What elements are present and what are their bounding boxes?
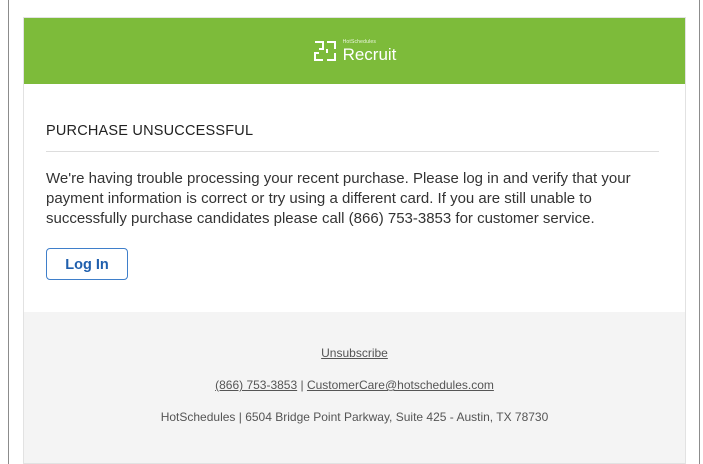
email-frame: HotSchedules Recruit PURCHASE UNSUCCESSF… — [8, 0, 700, 464]
contact-row: (866) 753-3853 | CustomerCare@hotschedul… — [24, 378, 685, 392]
company-address: HotSchedules | 6504 Bridge Point Parkway… — [160, 410, 549, 424]
email-link[interactable]: CustomerCare@hotschedules.com — [307, 378, 494, 392]
logo-wordmark: HotSchedules Recruit — [342, 38, 397, 64]
unsubscribe-row: Unsubscribe — [24, 346, 685, 360]
brand-logo: HotSchedules Recruit — [313, 38, 397, 64]
hotschedules-logo-icon — [313, 40, 337, 62]
email-body: PURCHASE UNSUCCESSFUL We're having troub… — [24, 84, 685, 280]
logo-brand-small: HotSchedules — [342, 38, 377, 45]
login-button[interactable]: Log In — [46, 248, 128, 280]
message-text: We're having trouble processing your rec… — [46, 170, 631, 227]
email-card: HotSchedules Recruit PURCHASE UNSUCCESSF… — [23, 17, 686, 464]
email-header: HotSchedules Recruit — [24, 18, 685, 84]
page-title: PURCHASE UNSUCCESSFUL — [46, 123, 659, 152]
logo-product-name: Recruit — [342, 44, 397, 64]
contact-separator: | — [297, 378, 307, 392]
email-footer: Unsubscribe (866) 753-3853 | CustomerCar… — [24, 312, 685, 463]
unsubscribe-link[interactable]: Unsubscribe — [321, 346, 388, 360]
phone-link[interactable]: (866) 753-3853 — [215, 378, 297, 392]
